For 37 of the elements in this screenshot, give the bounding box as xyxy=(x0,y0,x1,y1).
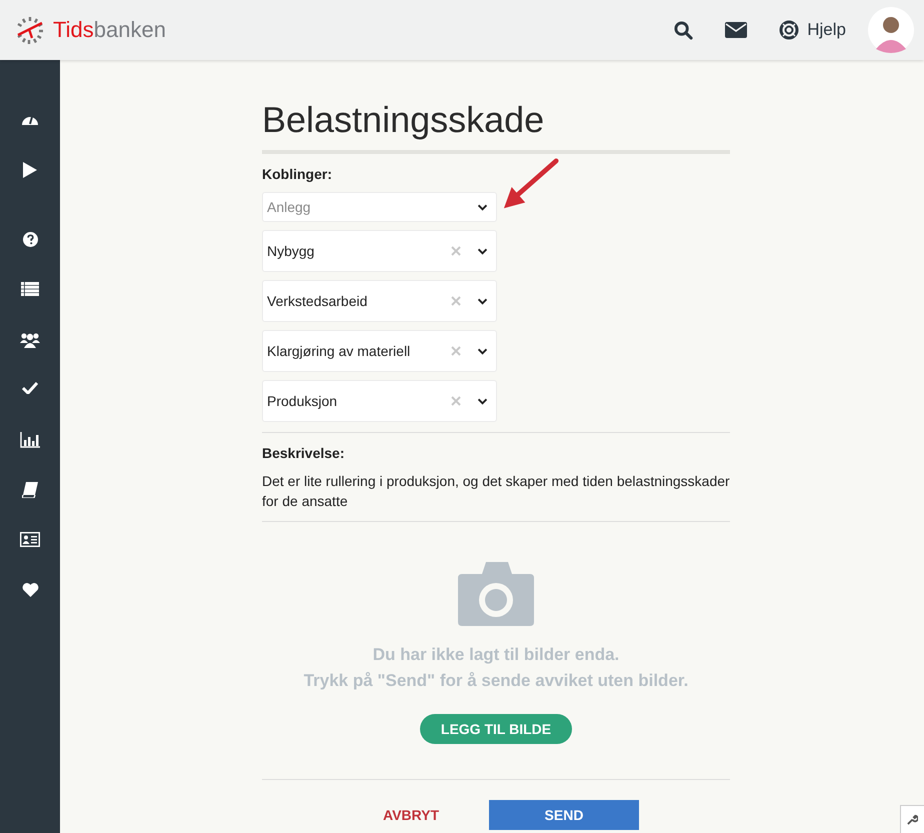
list-icon[interactable] xyxy=(21,282,39,296)
clock-logo-icon xyxy=(15,15,45,45)
empty-message: Du har ikke lagt til bilder enda. xyxy=(372,644,620,666)
envelope-icon[interactable] xyxy=(725,22,748,38)
question-icon[interactable] xyxy=(22,232,38,247)
description-text: Det er lite rullering i produksjon, og det skaper med tiden belastningsskader for de ansatte xyxy=(262,472,730,511)
chevron-down-icon xyxy=(477,248,488,254)
lifebuoy-icon xyxy=(779,20,800,40)
wrench-icon xyxy=(907,814,918,825)
chevron-down-icon xyxy=(477,204,488,210)
avatar[interactable] xyxy=(868,7,914,53)
select-field[interactable]: Produksjon xyxy=(262,380,497,422)
help-button[interactable]: Hjelp xyxy=(779,20,846,40)
field-label: Koblinger: xyxy=(262,166,333,182)
book-icon[interactable] xyxy=(22,482,38,498)
id-card-icon[interactable] xyxy=(20,532,40,548)
wrench-button[interactable] xyxy=(900,805,924,833)
search-icon[interactable] xyxy=(674,20,694,40)
cancel-button[interactable]: AVBRYT xyxy=(383,800,439,830)
users-icon[interactable] xyxy=(20,332,40,348)
select-field[interactable]: Nybygg xyxy=(262,230,497,272)
page-title: Belastningsskade xyxy=(262,98,546,142)
select-field[interactable]: Verkstedsarbeid xyxy=(262,280,497,322)
field-label: Beskrivelse: xyxy=(262,445,346,461)
select-field[interactable]: Anlegg xyxy=(262,192,497,222)
chevron-down-icon xyxy=(477,348,488,354)
play-icon[interactable] xyxy=(23,162,37,178)
empty-message: Trykk på "Send" for å sende avviket uten bilder. xyxy=(304,670,688,692)
chevron-down-icon xyxy=(477,398,488,404)
select-field[interactable]: Klargjøring av materiell xyxy=(262,330,497,372)
check-icon[interactable] xyxy=(22,382,38,394)
camera-icon xyxy=(458,562,534,626)
chevron-down-icon xyxy=(477,298,488,304)
heart-icon[interactable] xyxy=(22,582,38,597)
send-button[interactable]: SEND xyxy=(489,800,639,830)
bar-chart-icon[interactable] xyxy=(20,432,40,448)
logo-text: Tidsbanken xyxy=(53,17,166,43)
